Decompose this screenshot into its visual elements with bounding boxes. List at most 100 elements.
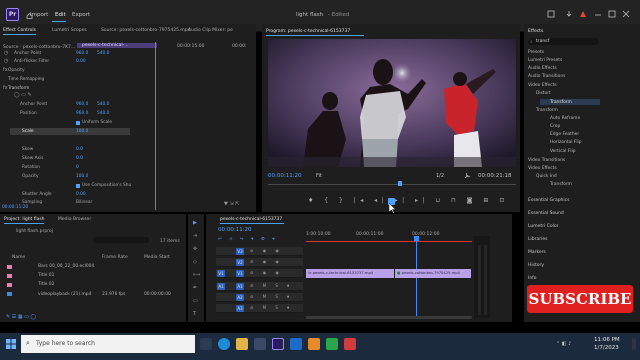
column-media-start[interactable]: Media Start (144, 255, 170, 260)
playhead-marker[interactable] (398, 181, 402, 186)
track-select-icon[interactable]: ⇥ (193, 233, 197, 239)
tree-item[interactable]: Audio Effects (528, 66, 557, 71)
taskbar-time[interactable]: 11:06 PM (594, 337, 620, 343)
track-controls[interactable]: ⊚ M S ⏺ (250, 283, 293, 288)
tree-item[interactable]: Quick Ind (536, 174, 557, 179)
menu-import[interactable]: Import (30, 12, 48, 18)
pencil-icon[interactable]: ✎ ☰ ▦ ▭ ◯ (6, 314, 36, 320)
section-essential-graphics[interactable]: Essential Graphics (528, 198, 569, 203)
windows-start-icon[interactable] (6, 339, 16, 349)
track-label-a3[interactable]: A3 (236, 305, 244, 312)
column-name[interactable]: Name (12, 255, 25, 260)
timeline-tab[interactable]: pexels-c-technical-6153737 (220, 217, 282, 222)
ec-row-value[interactable]: 0.00 (76, 59, 86, 64)
list-item-name[interactable]: Title 01 (38, 273, 54, 278)
tree-item[interactable]: Video Transitions (528, 158, 565, 163)
taskbar-search-placeholder[interactable]: Type here to search (36, 340, 95, 347)
tab-media-browser[interactable]: Media Browser (58, 217, 91, 222)
tab-lumetri-scopes[interactable]: Lumetri Scopes (52, 28, 87, 33)
section-history[interactable]: History (528, 263, 544, 268)
timeline-timecode[interactable]: 00:00:11:20 (218, 227, 252, 233)
stopwatch-icon[interactable]: ◷ (4, 50, 8, 56)
source-clip-selector[interactable]: Source · pexels-cottonbro-7K7... (3, 45, 75, 50)
store-icon[interactable] (254, 338, 266, 350)
ripple-edit-icon[interactable]: ✜ (193, 246, 197, 252)
tree-item[interactable]: Video Effects (528, 83, 557, 88)
source-patch-v1[interactable]: V1 (217, 270, 225, 277)
close-icon[interactable] (622, 10, 630, 18)
menu-edit[interactable]: Edit (55, 12, 66, 18)
track-controls[interactable]: ⊚ ◉ ◉ (250, 259, 283, 264)
section-markers[interactable]: Markers (528, 250, 546, 255)
ec-row-value[interactable]: 540.0 (97, 51, 109, 56)
program-scrubber[interactable] (268, 184, 516, 185)
hand-tool-icon[interactable]: ▭ (193, 298, 198, 304)
timeline-clip[interactable]: fx pexels-c-technical-6153737.mp4 (306, 269, 394, 278)
ec-row-value[interactable]: Bilinear (76, 200, 92, 205)
work-area-bar[interactable] (306, 241, 472, 242)
pen-tool-icon[interactable]: ✒ (193, 285, 197, 291)
subscribe-text[interactable]: SUBSCRIBE (527, 290, 633, 308)
ec-row-value[interactable]: 540.0 (97, 111, 109, 116)
tree-item[interactable]: Crop (550, 124, 560, 129)
timeline-clip[interactable]: ■ pexels-cottonbro-7975425.mp4 (395, 269, 471, 278)
timeline-scrollbar[interactable] (306, 316, 472, 319)
taskbar-date[interactable]: 1/7/2023 (594, 345, 619, 351)
source-patch-a1[interactable]: A1 (217, 283, 225, 290)
track-label-v2[interactable]: V2 (236, 259, 244, 266)
edge-browser-icon[interactable] (218, 338, 230, 350)
tree-item[interactable]: Distort (536, 91, 551, 96)
section-libraries[interactable]: Libraries (528, 237, 547, 242)
ec-row-value[interactable]: 100.0 (76, 174, 88, 179)
track-label-a1[interactable]: A1 (236, 283, 244, 290)
selection-tool-icon[interactable]: ▶ (193, 220, 197, 226)
transport-controls[interactable]: ♦ { } |◂ ◂| ▸| ▸| ⊔ ⊓ ◙ ⊞ ⊡ (308, 197, 509, 204)
tree-item[interactable]: Presets (528, 50, 544, 55)
fit-dropdown[interactable]: Fit (316, 173, 322, 179)
system-tray-icons[interactable]: ⌃ ◧ ♪ (556, 341, 571, 347)
stopwatch-icon[interactable]: ◷ (4, 58, 8, 64)
program-timecode[interactable]: 00:00:11:20 (268, 173, 302, 179)
maximize-icon[interactable] (608, 10, 616, 18)
workspaces-icon[interactable] (547, 10, 555, 18)
ec-row-value[interactable]: 960.0 (76, 51, 88, 56)
tab-project[interactable]: Project: light flash (4, 217, 45, 222)
type-tool-icon[interactable]: T (193, 311, 196, 317)
tree-item[interactable]: Edge Feather (550, 132, 579, 137)
tree-item[interactable]: Transform (536, 108, 558, 113)
app-icon[interactable] (308, 338, 320, 350)
slip-tool-icon[interactable]: ⟷ (193, 272, 200, 278)
mask-ellipse-icon[interactable]: ◯ ▭ ✎ (14, 92, 32, 98)
project-search-box[interactable] (93, 237, 149, 243)
ec-row-value[interactable]: 0.0 (76, 156, 83, 161)
ec-row-value[interactable]: 0 (76, 165, 79, 170)
timeline-playhead-handle[interactable] (414, 236, 419, 241)
tree-item[interactable]: Lumetri Presets (528, 58, 562, 63)
file-explorer-icon[interactable] (236, 338, 248, 350)
track-controls[interactable]: ⊚ ◉ ◉ (250, 270, 283, 275)
premiere-taskbar-icon[interactable] (272, 338, 284, 350)
composition-shutter-checkbox[interactable] (76, 184, 80, 188)
list-item-name[interactable]: videoplayback (21).mp4 (38, 292, 91, 297)
effects-search-input[interactable]: transf (536, 39, 549, 44)
tree-item[interactable]: Transform (550, 182, 572, 187)
tree-item[interactable]: Video Effects (528, 166, 557, 171)
filter-icon[interactable]: ▼ ⇲ ⇱ (224, 201, 239, 207)
task-view-icon[interactable] (200, 338, 212, 350)
quality-dropdown[interactable]: 1/2 (436, 173, 444, 179)
tab-source[interactable]: Source: pexels-cottonbro-7975425.mp4 (101, 28, 190, 33)
show-desktop-button[interactable] (632, 338, 636, 350)
quick-export-icon[interactable] (565, 10, 573, 18)
ec-row-value[interactable]: 960.0 (76, 102, 88, 107)
tree-item[interactable]: Transform (550, 100, 572, 105)
uniform-scale-checkbox[interactable] (76, 121, 80, 125)
track-label-v1[interactable]: V1 (236, 270, 244, 277)
app-icon[interactable] (326, 338, 338, 350)
ec-row-value[interactable]: 100.0 (76, 129, 88, 134)
track-label-a2[interactable]: A2 (236, 294, 244, 301)
track-controls[interactable]: ⊚ M S ⏺ (250, 294, 293, 299)
ec-row-value[interactable]: 0.00 (76, 192, 86, 197)
section-essential-sound[interactable]: Essential Sound (528, 211, 564, 216)
razor-icon[interactable]: ◇ (193, 259, 197, 265)
app-icon[interactable] (290, 338, 302, 350)
